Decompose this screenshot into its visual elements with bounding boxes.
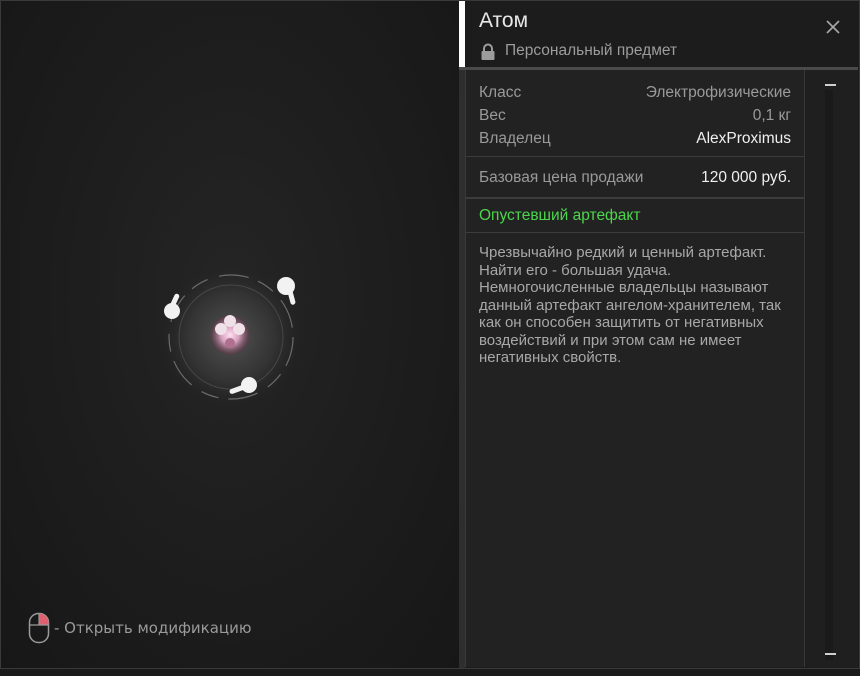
item-preview-panel[interactable]: - Открыть модификацию [1,1,459,668]
item-binding-label: Персональный предмет [505,42,678,59]
item-title: Атом [479,9,529,32]
open-modification-hint: - Открыть модификацию [28,612,252,644]
stat-class-label: Класс [479,84,522,101]
stat-owner: Владелец AlexProximus [479,127,791,150]
mouse-right-click-icon [28,612,50,644]
stat-class-value: Электрофизические [645,84,791,101]
stat-weight-value: 0,1 кг [752,107,791,124]
lock-icon [481,43,495,60]
atom-artifact-image [157,263,305,411]
scrollbar-bottom-cap [825,653,836,655]
stat-weight: Вес 0,1 кг [479,104,791,127]
item-stats: Класс Электрофизические Вес 0,1 кг Владе… [466,70,804,157]
stat-class: Класс Электрофизические [479,81,791,104]
base-price-label: Базовая цена продажи [479,169,644,186]
open-modification-text: - Открыть модификацию [54,619,252,637]
item-details-panel: Класс Электрофизические Вес 0,1 кг Владе… [465,70,805,667]
scrollbar-top-cap [825,84,836,86]
base-price: Базовая цена продажи 120 000 руб. [466,157,804,199]
artifact-state: Опустевший артефакт [466,199,804,233]
scrollbar-track[interactable] [825,90,833,660]
base-price-value: 120 000 руб. [701,169,791,186]
stat-owner-value: AlexProximus [696,130,791,147]
stat-weight-label: Вес [479,107,506,124]
scrollbar[interactable] [806,70,858,667]
close-icon[interactable] [825,19,841,35]
stat-owner-label: Владелец [479,130,551,147]
item-description: Чрезвычайно редкий и ценный артефакт. На… [479,244,781,366]
item-header: Атом Персональный предмет [459,1,858,67]
